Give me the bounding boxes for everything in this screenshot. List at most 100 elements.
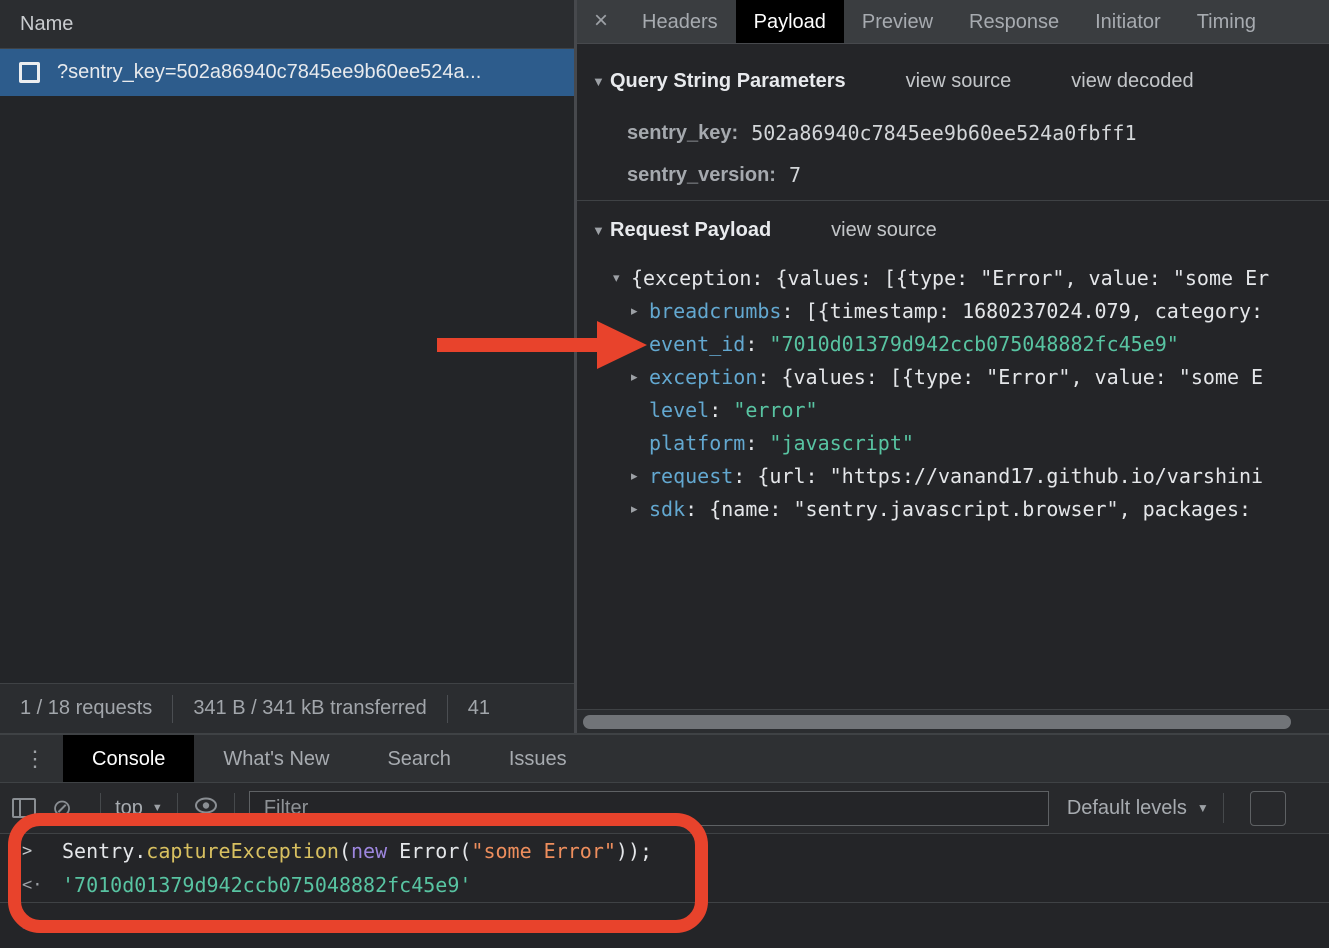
console-prompt-row[interactable]: > — [0, 902, 1329, 942]
console-token: '7010d01379d942ccb075048882fc45e9' — [62, 873, 471, 897]
query-param-row: sentry_key: 502a86940c7845ee9b60ee524a0fb… — [577, 112, 1329, 154]
console-message-text: Sentry.captureException(new Error("some … — [62, 839, 652, 863]
console-token: "some Error" — [471, 839, 616, 863]
tree-expand-icon[interactable]: ▾ — [613, 270, 631, 286]
drawer-tab-bar: ⋮ ConsoleWhat's NewSearchIssues — [0, 735, 1329, 783]
request-payload-section-header: ▼ Request Payload view source — [577, 213, 1329, 247]
status-segment: 1 / 18 requests — [0, 697, 172, 720]
network-status-bar: 1 / 18 requests341 B / 341 kB transferre… — [0, 683, 574, 733]
network-name-column-header[interactable]: Name — [0, 0, 574, 49]
param-value: 502a86940c7845ee9b60ee524a0fbff1 — [751, 121, 1136, 145]
tab-headers[interactable]: Headers — [624, 0, 736, 44]
param-value: 7 — [789, 163, 801, 187]
tree-row-exception[interactable]: ▸exception: {values: [{type: "Error", va… — [577, 360, 1329, 393]
tab-timing[interactable]: Timing — [1179, 0, 1274, 44]
console-filter-input[interactable] — [249, 791, 1049, 826]
query-string-section-header: ▼ Query String Parameters view source vi… — [577, 64, 1329, 98]
network-list-empty-area — [0, 96, 574, 683]
request-checkbox[interactable] — [19, 62, 40, 83]
tree-row-root[interactable]: ▾{exception: {values: [{type: "Error", v… — [577, 261, 1329, 294]
tree-token: : — [745, 431, 769, 455]
query-param-list: sentry_key: 502a86940c7845ee9b60ee524a0fb… — [577, 112, 1329, 196]
console-command-row: > Sentry.captureException(new Error("some… — [0, 834, 1329, 868]
close-icon[interactable]: × — [577, 7, 624, 37]
console-token: ( — [339, 839, 351, 863]
tree-expand-icon[interactable]: ▸ — [631, 303, 649, 319]
default-levels-label: Default levels — [1067, 797, 1187, 820]
tree-row-level: level: "error" — [577, 393, 1329, 426]
tree-token: : {url: "https://vanand17.github.io/vars… — [733, 464, 1263, 488]
chevron-down-icon: ▼ — [1197, 801, 1209, 815]
console-token: captureException — [146, 839, 339, 863]
drawer-tab-console[interactable]: Console — [63, 735, 194, 783]
drawer-tab-search[interactable]: Search — [358, 735, 479, 783]
status-segment: 41 — [448, 697, 510, 720]
section-collapse-icon[interactable]: ▼ — [592, 223, 610, 238]
tree-token: : {values: [{type: "Error", value: "some… — [757, 365, 1263, 389]
context-label: top — [115, 797, 143, 820]
tree-token: request — [649, 464, 733, 488]
tree-token: level — [649, 398, 709, 422]
query-param-row: sentry_version:7 — [577, 154, 1329, 196]
chevron-down-icon: ▼ — [152, 802, 163, 814]
tab-payload[interactable]: Payload — [736, 0, 844, 44]
console-message-list: > Sentry.captureException(new Error("some… — [0, 834, 1329, 902]
detail-tab-bar: × HeadersPayloadPreviewResponseInitiator… — [577, 0, 1329, 44]
tree-token: exception — [649, 365, 757, 389]
tab-response[interactable]: Response — [951, 0, 1077, 44]
view-decoded-link[interactable]: view decoded — [1071, 70, 1193, 93]
tab-initiator[interactable]: Initiator — [1077, 0, 1179, 44]
section-divider — [577, 200, 1329, 201]
network-panel: Name ?sentry_key=502a86940c7845ee9b60ee5… — [0, 0, 577, 733]
console-sidebar-toggle-icon[interactable] — [12, 798, 36, 818]
tree-token: : — [745, 332, 769, 356]
drawer-tab-what-s-new[interactable]: What's New — [194, 735, 358, 783]
console-token: Sentry. — [62, 839, 146, 863]
request-name: ?sentry_key=502a86940c7845ee9b60ee524a..… — [57, 61, 481, 84]
tree-token: : — [709, 398, 733, 422]
command-prompt-icon: > — [22, 841, 48, 861]
tree-token: platform — [649, 431, 745, 455]
drawer-tabs: ConsoleWhat's NewSearchIssues — [63, 735, 596, 783]
tree-token: event_id — [649, 332, 745, 356]
clear-console-icon[interactable]: ⊘ — [52, 794, 72, 823]
horizontal-scrollbar[interactable] — [577, 709, 1329, 733]
section-collapse-icon[interactable]: ▼ — [592, 74, 610, 89]
detail-tabs: HeadersPayloadPreviewResponseInitiatorTi… — [624, 0, 1274, 44]
tree-expand-icon[interactable]: ▸ — [631, 369, 649, 385]
javascript-context-dropdown[interactable]: top ▼ — [115, 797, 163, 820]
kebab-menu-icon[interactable]: ⋮ — [24, 746, 46, 772]
toolbar-divider — [1223, 793, 1224, 823]
network-request-row[interactable]: ?sentry_key=502a86940c7845ee9b60ee524a..… — [0, 49, 574, 96]
tree-row-request[interactable]: ▸request: {url: "https://vanand17.github… — [577, 459, 1329, 492]
tab-preview[interactable]: Preview — [844, 0, 951, 44]
request-detail-panel: × HeadersPayloadPreviewResponseInitiator… — [577, 0, 1329, 733]
tree-token: "7010d01379d942ccb075048882fc45e9" — [769, 332, 1178, 356]
tree-token: "javascript" — [769, 431, 914, 455]
console-toolbar: ⊘ top ▼ Default levels ▼ — [0, 783, 1329, 834]
tree-expand-icon[interactable]: ▸ — [631, 468, 649, 484]
return-value-icon: <· — [22, 875, 48, 895]
tree-expand-icon[interactable]: ▸ — [631, 501, 649, 517]
view-source-link[interactable]: view source — [906, 70, 1012, 93]
payload-json-tree: ▾{exception: {values: [{type: "Error", v… — [577, 261, 1329, 525]
param-key: sentry_key: — [627, 122, 738, 145]
console-token: new — [351, 839, 387, 863]
tree-row-breadcrumbs[interactable]: ▸breadcrumbs: [{timestamp: 1680237024.07… — [577, 294, 1329, 327]
view-source-link[interactable]: view source — [831, 219, 937, 242]
console-token: )); — [616, 839, 652, 863]
query-string-title: Query String Parameters — [610, 70, 846, 93]
live-expression-eye-icon[interactable] — [194, 797, 218, 819]
payload-tab-content: ▼ Query String Parameters view source vi… — [577, 44, 1329, 733]
network-name-label: Name — [20, 13, 73, 36]
toolbar-divider — [234, 793, 235, 823]
tree-row-sdk[interactable]: ▸sdk: {name: "sentry.javascript.browser"… — [577, 492, 1329, 525]
toolbar-end-button[interactable] — [1250, 791, 1286, 826]
devtools-window: Name ?sentry_key=502a86940c7845ee9b60ee5… — [0, 0, 1329, 948]
tree-token: : {name: "sentry.javascript.browser", pa… — [685, 497, 1251, 521]
default-levels-dropdown[interactable]: Default levels ▼ — [1067, 797, 1209, 820]
devtools-top-split: Name ?sentry_key=502a86940c7845ee9b60ee5… — [0, 0, 1329, 735]
scrollbar-thumb[interactable] — [583, 715, 1291, 729]
drawer-tab-issues[interactable]: Issues — [480, 735, 596, 783]
console-message-text: '7010d01379d942ccb075048882fc45e9' — [62, 873, 471, 897]
